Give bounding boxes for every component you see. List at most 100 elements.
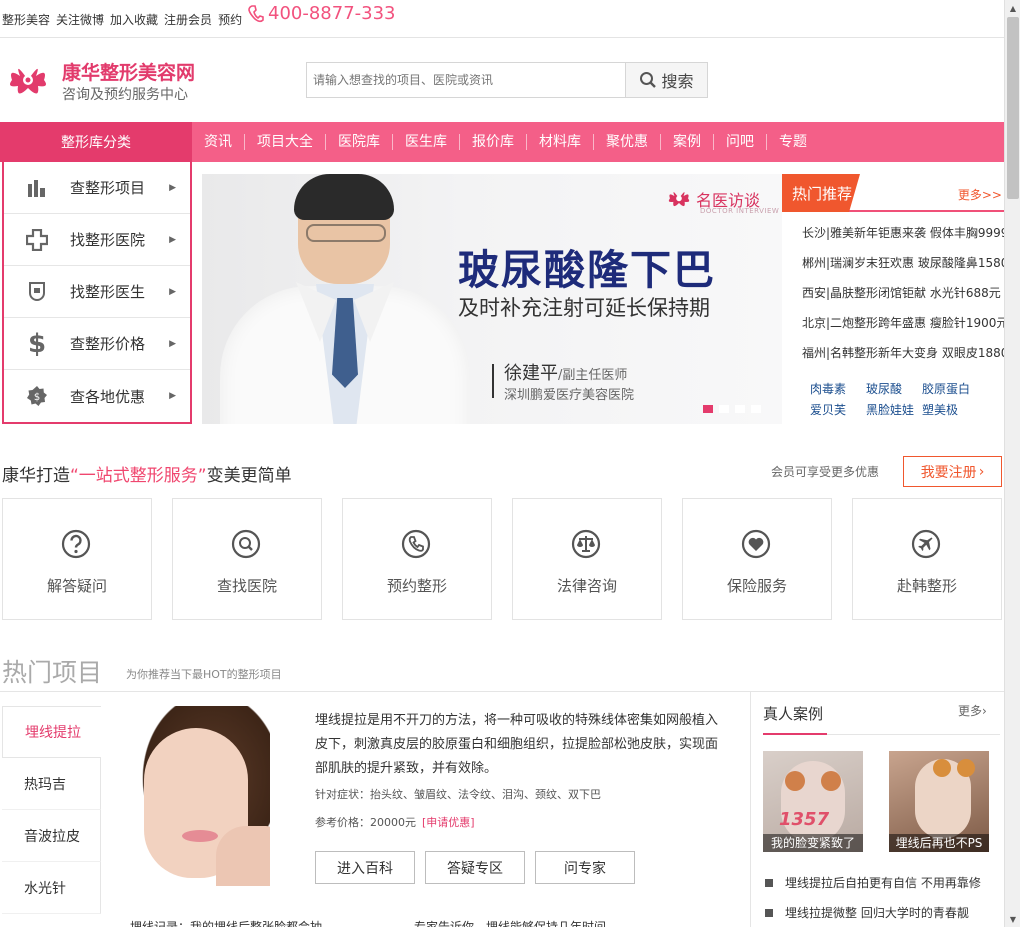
phone-hotline: 400-8877-333: [248, 3, 396, 24]
wiki-button[interactable]: 进入百科: [315, 851, 415, 884]
service-card-appointment[interactable]: 预约整形: [342, 498, 492, 620]
nav-item-deals[interactable]: 聚优惠: [594, 134, 661, 150]
case-caption: 我的脸变紧致了: [763, 834, 863, 852]
hospital-cross-icon: [26, 228, 48, 251]
top-link-weibo[interactable]: 关注微博: [56, 11, 104, 28]
category-item-prices[interactable]: $ 查整形价格 ▶: [4, 318, 190, 370]
hot-tag[interactable]: 黑脸娃娃: [866, 401, 922, 418]
service-card-legal[interactable]: 法律咨询: [512, 498, 662, 620]
phone-number: 400-8877-333: [268, 3, 396, 24]
apply-discount-link[interactable]: [申请优惠]: [422, 816, 475, 829]
hot-tag[interactable]: 爱贝芙: [810, 401, 866, 418]
scroll-up-arrow-icon[interactable]: ▲: [1005, 0, 1020, 16]
hot-list-item[interactable]: 西安|晶肤整形闭馆钜献 水光针688元: [802, 284, 1004, 314]
scrollbar-thumb[interactable]: [1007, 17, 1019, 199]
project-description: 埋线提拉是用不开刀的方法，将一种可吸收的特殊线体密集如网般植入皮下，刺激真皮层的…: [315, 713, 719, 776]
top-link-appointment[interactable]: 预约: [218, 11, 242, 28]
service-label: 解答疑问: [46, 577, 107, 595]
case-list-item[interactable]: 埋线拉提微整 回归大学时的青春靓: [765, 904, 969, 921]
register-button[interactable]: 我要注册 ›: [903, 456, 1002, 487]
case-image[interactable]: 1357 我的脸变紧致了: [763, 751, 863, 852]
nav-item-hospitals[interactable]: 医院库: [326, 134, 393, 150]
nav-item-prices[interactable]: 报价库: [460, 134, 527, 150]
chevron-right-icon: ›: [978, 463, 985, 480]
project-article-link[interactable]: 专家告诉你，埋线能够保持几年时间: [414, 918, 606, 927]
nav-item-projects[interactable]: 项目大全: [245, 134, 326, 150]
search-button[interactable]: 搜索: [625, 63, 707, 97]
case-image[interactable]: 埋线后再也不PS: [889, 751, 989, 852]
nav-item-cases[interactable]: 案例: [661, 134, 714, 150]
service-card-hospital[interactable]: 查找医院: [172, 498, 322, 620]
case-image-overlay: 1357: [779, 809, 830, 830]
slider-dot[interactable]: [735, 405, 745, 413]
nav-item-materials[interactable]: 材料库: [527, 134, 594, 150]
hot-tag[interactable]: 肉毒素: [810, 380, 866, 397]
service-card-qa[interactable]: 解答疑问: [2, 498, 152, 620]
slider-dot[interactable]: [703, 405, 713, 413]
category-item-discounts[interactable]: $ 查各地优惠 ▶: [4, 370, 190, 422]
hot-recommend-title: 热门推荐: [782, 174, 860, 212]
logo-subtitle: 咨询及预约服务中心: [62, 87, 188, 103]
hot-tag[interactable]: 胶原蛋白: [922, 380, 978, 397]
search-input[interactable]: [307, 63, 625, 97]
interview-badge-en: DOCTOR INTERVIEW: [700, 207, 780, 215]
category-item-doctors[interactable]: 找整形医生 ▶: [4, 266, 190, 318]
cases-more-link[interactable]: 更多›: [958, 702, 987, 719]
hot-projects-subtitle: 为你推荐当下最HOT的整形项目: [126, 668, 282, 681]
nav-category[interactable]: 整形库分类: [0, 122, 192, 162]
vertical-scrollbar[interactable]: ▲ ▼: [1004, 0, 1020, 927]
category-panel: 查整形项目 ▶ 找整形医院 ▶ 找整形医生 ▶ $ 查整形价格 ▶ $ 查各地优…: [2, 162, 192, 424]
hero-banner[interactable]: 名医访谈 DOCTOR INTERVIEW 玻尿酸隆下巴 及时补充注射可延长保持…: [202, 174, 782, 424]
slider-dot[interactable]: [719, 405, 729, 413]
chart-bars-icon: [26, 179, 48, 197]
service-card-insurance[interactable]: 保险服务: [682, 498, 832, 620]
top-link-register[interactable]: 注册会员: [164, 11, 212, 28]
top-link-beauty[interactable]: 整形美容: [2, 11, 50, 28]
doctor-photo-hair: [294, 174, 394, 220]
service-card-korea[interactable]: 赴韩整形: [852, 498, 1002, 620]
hot-list-item[interactable]: 北京|二炮整形跨年盛惠 瘦脸针1900元: [802, 314, 1004, 344]
logo-title[interactable]: 康华整形美容网: [62, 58, 195, 85]
flower-icon: [668, 192, 690, 207]
chevron-right-icon: ›: [982, 704, 987, 718]
category-label: 查各地优惠: [70, 387, 146, 406]
onestop-title-pre: 康华打造: [2, 466, 70, 486]
nav-item-topics[interactable]: 专题: [767, 134, 819, 150]
nav-item-doctors[interactable]: 医生库: [393, 134, 460, 150]
service-label: 预约整形: [386, 577, 447, 595]
doctor-hospital: 深圳鹏爱医疗美容医院: [504, 388, 635, 403]
ask-expert-button[interactable]: 问专家: [535, 851, 635, 884]
case-eye-cover: [821, 771, 841, 791]
case-list-item[interactable]: 埋线提拉后自拍更有自信 不用再靠修: [765, 874, 981, 891]
category-item-projects[interactable]: 查整形项目 ▶: [4, 162, 190, 214]
search-button-label: 搜索: [661, 72, 694, 91]
tab-thread-lift[interactable]: 埋线提拉: [2, 706, 101, 758]
case-eye-cover: [933, 759, 951, 777]
category-item-hospitals[interactable]: 找整形医院 ▶: [4, 214, 190, 266]
tab-ultherapy[interactable]: 音波拉皮: [2, 810, 101, 862]
hot-list-item[interactable]: 长沙|雅美新年钜惠来袭 假体丰胸9999: [802, 224, 1004, 254]
logo-flower-icon[interactable]: [6, 58, 50, 104]
tab-thermage[interactable]: 热玛吉: [2, 758, 101, 810]
slider-dot[interactable]: [751, 405, 761, 413]
tab-hydrolifting[interactable]: 水光针: [2, 862, 101, 914]
hot-list-item[interactable]: 郴州|瑞澜岁末狂欢惠 玻尿酸隆鼻1580: [802, 254, 1004, 284]
nav-items: 资讯 项目大全 医院库 医生库 报价库 材料库 聚优惠 案例 问吧 专题: [192, 122, 819, 162]
top-link-favorite[interactable]: 加入收藏: [110, 11, 158, 28]
doctor-name: 徐建平/副主任医师: [504, 359, 627, 385]
project-price: 参考价格：20000元 [申请优惠]: [315, 814, 475, 830]
scroll-down-arrow-icon[interactable]: ▼: [1005, 911, 1020, 927]
hot-list-item[interactable]: 福州|名韩整形新年大变身 双眼皮1880: [802, 344, 1004, 374]
nav-item-news[interactable]: 资讯: [192, 134, 245, 150]
nav-item-qa[interactable]: 问吧: [714, 134, 767, 150]
banner-title: 玻尿酸隆下巴: [458, 246, 716, 294]
hot-tag[interactable]: 玻尿酸: [866, 380, 922, 397]
project-article-link[interactable]: 埋线记录：我的埋线后整张脸都会抽: [130, 918, 322, 927]
qa-zone-button[interactable]: 答疑专区: [425, 851, 525, 884]
category-label: 查整形项目: [70, 179, 146, 197]
hot-more-link[interactable]: 更多>>: [958, 186, 1002, 203]
hot-tag[interactable]: 塑美极: [922, 401, 978, 418]
arrow-right-icon: ▶: [169, 234, 176, 245]
cases-title-underline: [763, 733, 827, 735]
face-image-hand: [216, 826, 270, 886]
